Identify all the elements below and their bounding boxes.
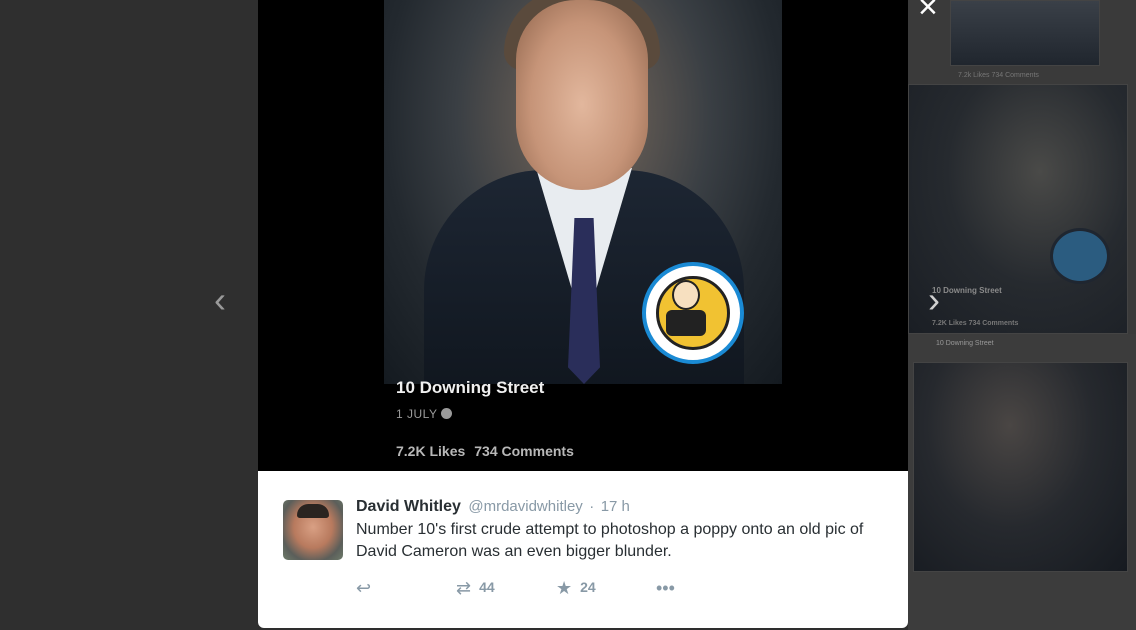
popeye-badge-face <box>672 280 700 310</box>
background-image-tile <box>950 0 1100 66</box>
photo-face <box>516 0 648 190</box>
retweet-icon: ⇄ <box>456 578 472 598</box>
reply-icon: ↩ <box>356 578 372 598</box>
background-image-tile <box>913 362 1128 572</box>
avatar-hair <box>297 504 329 518</box>
background-image-tile <box>908 84 1128 334</box>
chevron-left-icon[interactable]: ‹ <box>214 282 226 318</box>
retweet-button[interactable]: ⇄ 44 <box>456 578 495 599</box>
more-icon: ••• <box>656 578 675 598</box>
retweet-count: 44 <box>479 579 495 595</box>
avatar[interactable] <box>283 500 343 560</box>
background-tile-title: 10 Downing Street <box>932 286 1002 295</box>
photo-caption-date: 1 JULY <box>396 407 453 421</box>
photo-caption-stats: 7.2K Likes 734 Comments <box>396 443 574 459</box>
background-badge-image <box>1050 228 1110 284</box>
tweet-separator: · <box>589 498 595 515</box>
star-icon: ★ <box>556 578 573 598</box>
favorite-button[interactable]: ★ 24 <box>556 578 596 599</box>
more-button[interactable]: ••• <box>656 578 675 599</box>
comments-count[interactable]: 734 Comments <box>474 443 574 459</box>
tweet-author-name[interactable]: David Whitley <box>356 498 461 515</box>
background-tile-caption: 7.2k Likes 734 Comments <box>958 72 1039 79</box>
reply-button[interactable]: ↩ <box>356 578 371 599</box>
globe-icon <box>441 408 453 419</box>
media-viewer: 10 Downing Street 1 JULY 7.2K Likes 734 C… <box>258 0 908 471</box>
background-page-preview: 7.2k Likes 734 Comments 10 Downing Stree… <box>908 0 1136 630</box>
popeye-badge-body <box>666 310 706 336</box>
background-tile-stats: 7.2K Likes 734 Comments <box>932 320 1019 327</box>
tweet-card: David Whitley @mrdavidwhitley · 17 h Num… <box>258 471 908 628</box>
close-icon[interactable]: × <box>918 0 938 24</box>
tweet-text: Number 10's first crude attempt to photo… <box>356 521 864 560</box>
tweet-author-handle[interactable]: @mrdavidwhitley <box>468 498 582 515</box>
tweet-header: David Whitley @mrdavidwhitley · 17 h <box>356 498 630 516</box>
likes-count[interactable]: 7.2K Likes <box>396 443 465 459</box>
photo-date-text: 1 JULY <box>396 407 438 421</box>
chevron-right-icon[interactable]: › <box>928 282 940 318</box>
tweet-timestamp[interactable]: 17 h <box>601 498 630 515</box>
photo-caption-title[interactable]: 10 Downing Street <box>396 378 544 398</box>
favorite-count: 24 <box>580 579 596 595</box>
background-post-author: 10 Downing Street <box>936 340 994 347</box>
popeye-badge-image <box>642 262 744 364</box>
photo-lightbox: 10 Downing Street 1 JULY 7.2K Likes 734 C… <box>258 0 908 628</box>
